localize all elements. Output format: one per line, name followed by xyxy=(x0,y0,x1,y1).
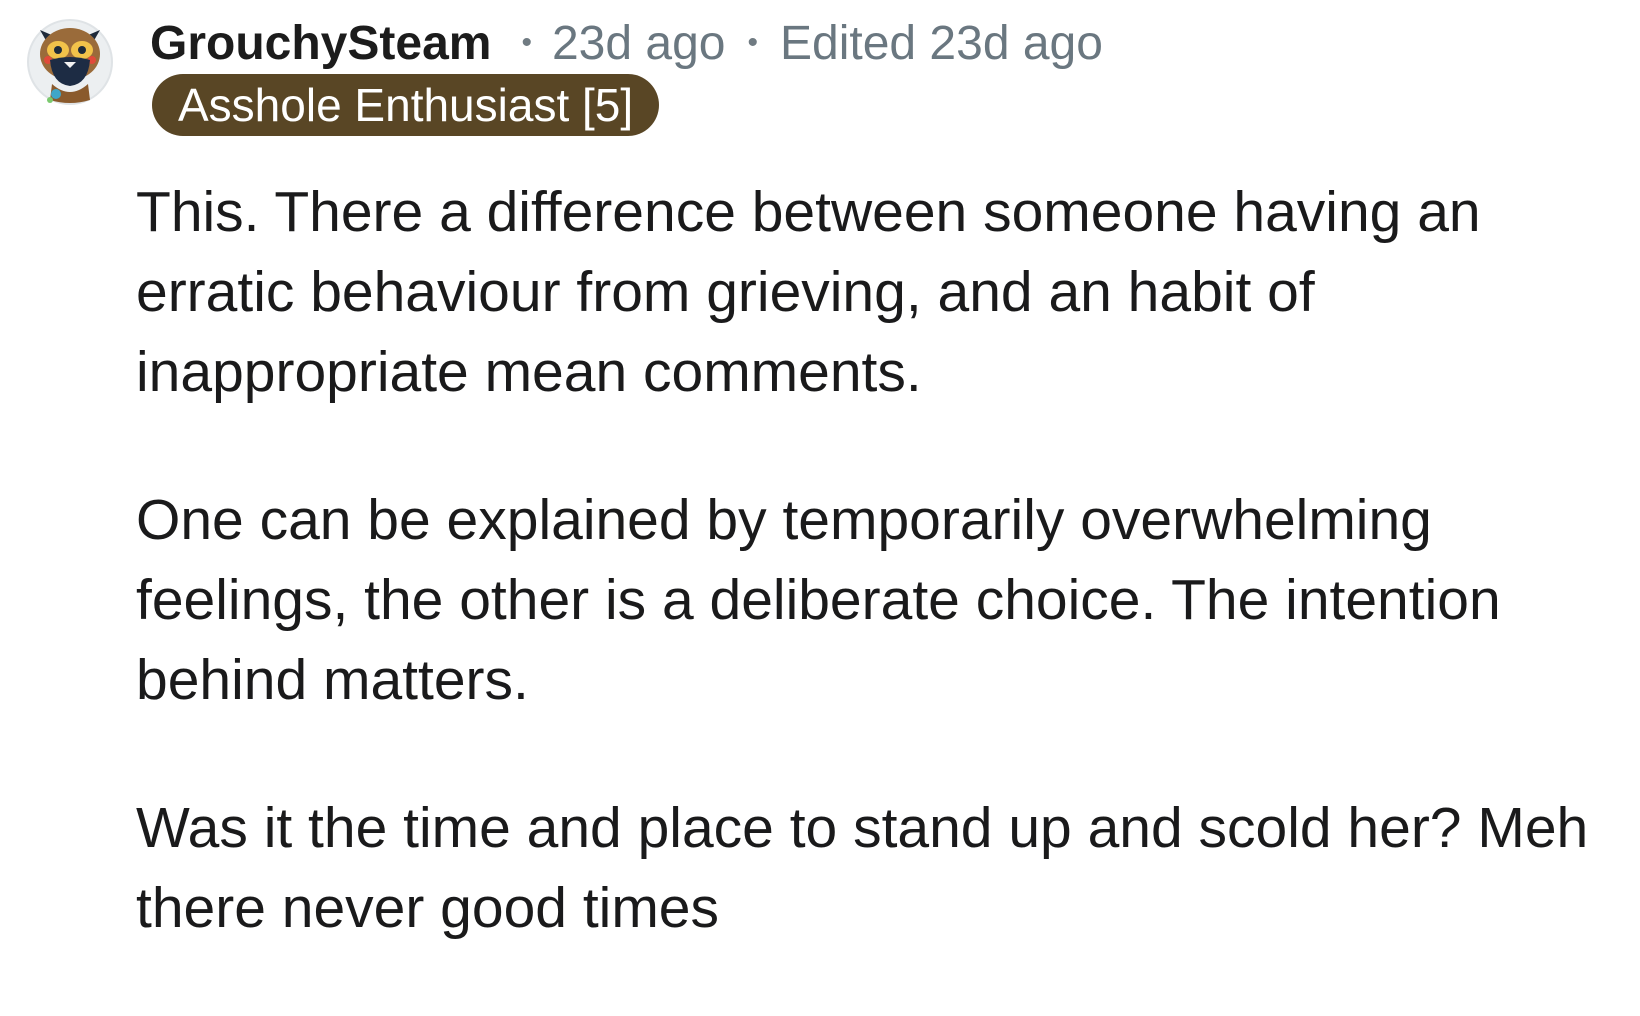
edited-timestamp: Edited 23d ago xyxy=(779,16,1103,70)
comment-paragraph: Was it the time and place to stand up an… xyxy=(136,796,1589,940)
posted-timestamp[interactable]: 23d ago xyxy=(552,16,726,71)
comment-body: This. There a difference between someone… xyxy=(136,172,1626,1016)
username-link[interactable]: GrouchySteam xyxy=(150,16,491,71)
user-flair-badge[interactable]: Asshole Enthusiast [5] xyxy=(152,74,660,136)
separator-dot: • xyxy=(747,26,758,59)
comment-paragraph: One can be explained by temporarily over… xyxy=(136,488,1501,712)
comment: GrouchySteam • 23d ago • Edited 23d ago … xyxy=(0,0,1640,960)
comment-paragraph: This. There a difference between someone… xyxy=(136,180,1481,404)
comment-header: GrouchySteam • 23d ago • Edited 23d ago xyxy=(150,14,1103,72)
owl-avatar-icon xyxy=(27,19,113,105)
user-avatar[interactable] xyxy=(26,14,114,106)
separator-dot: • xyxy=(521,26,532,59)
